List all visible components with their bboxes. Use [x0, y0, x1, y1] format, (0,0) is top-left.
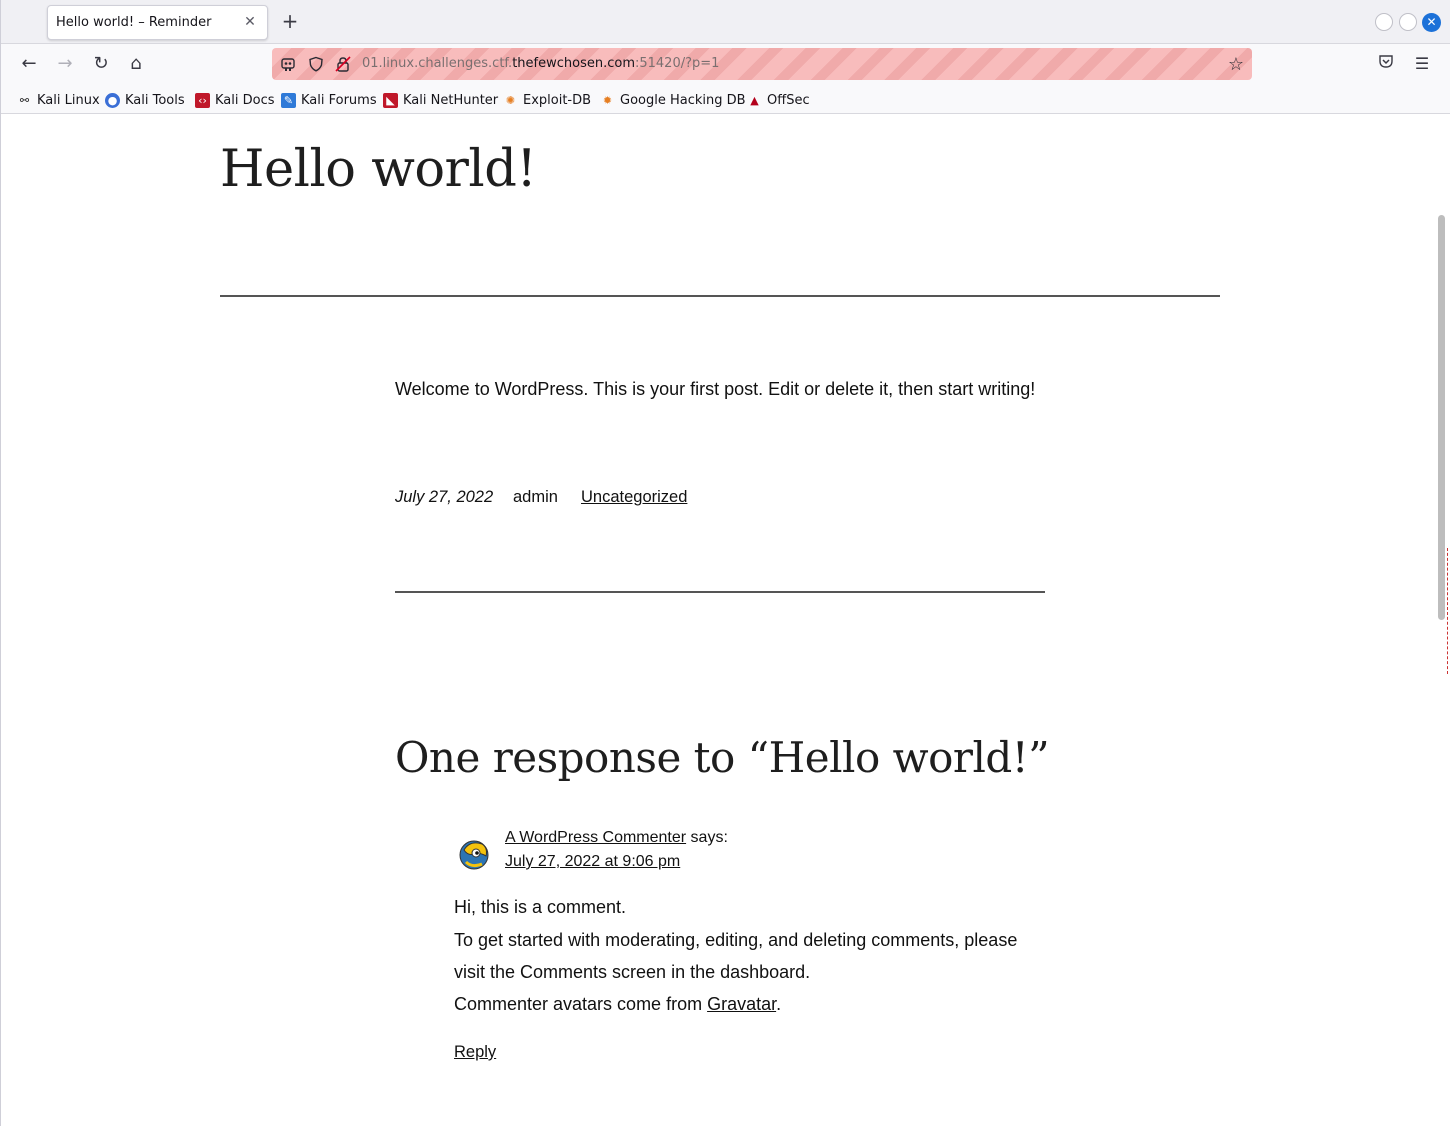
- remote-control-robot-icon[interactable]: [280, 56, 296, 72]
- url-text[interactable]: 01.linux.challenges.ctf.thefewchosen.com…: [362, 56, 719, 71]
- comment-text-line: Commenter avatars come from Gravatar.: [454, 994, 781, 1015]
- bookmark-google-hacking-db[interactable]: ✹ Google Hacking DB: [600, 91, 746, 109]
- minimize-button[interactable]: [1375, 13, 1393, 31]
- comment-says: says:: [686, 829, 728, 846]
- bookmark-label: Exploit-DB: [523, 92, 592, 108]
- tab-active[interactable]: Hello world! – Reminder ✕: [47, 5, 268, 40]
- bookmark-star-icon[interactable]: ☆: [1228, 54, 1244, 75]
- gravatar-link[interactable]: Gravatar: [707, 994, 776, 1014]
- bookmark-label: OffSec: [767, 92, 810, 108]
- home-icon[interactable]: ⌂: [125, 53, 147, 75]
- post-category-link[interactable]: Uncategorized: [581, 488, 687, 507]
- new-tab-button[interactable]: +: [279, 11, 301, 33]
- comment-text-line: To get started with moderating, editing,…: [454, 930, 1018, 950]
- bookmark-kali-nethunter[interactable]: ◣ Kali NetHunter: [383, 91, 498, 109]
- hamburger-menu-icon[interactable]: ☰: [1411, 53, 1433, 75]
- bookmark-offsec[interactable]: ▲ OffSec: [747, 91, 810, 109]
- kali-dragon-icon: ⚯: [19, 93, 30, 107]
- commenter-avatar: [456, 836, 492, 872]
- comment-date-link[interactable]: July 27, 2022 at 9:06 pm: [505, 853, 680, 871]
- pocket-icon[interactable]: [1375, 53, 1397, 75]
- reply-link[interactable]: Reply: [454, 1043, 496, 1062]
- exploit-db-icon: ✺: [505, 93, 516, 107]
- bookmark-label: Kali Linux: [37, 92, 100, 108]
- bookmark-kali-docs[interactable]: ‹› Kali Docs: [195, 91, 275, 109]
- separator: [395, 591, 1045, 593]
- tab-title: Hello world! – Reminder: [56, 15, 212, 30]
- url-prefix: 01.linux.challenges.ctf.: [362, 56, 513, 71]
- shield-icon[interactable]: [308, 56, 324, 72]
- comment-text-line: visit the Comments screen in the dashboa…: [454, 962, 811, 982]
- post-body: Welcome to WordPress. This is your first…: [395, 379, 1036, 399]
- url-host: thefewchosen.com: [512, 56, 635, 71]
- back-arrow-icon[interactable]: ←: [18, 53, 40, 75]
- maximize-button[interactable]: [1399, 13, 1417, 31]
- ghdb-icon: ✹: [602, 93, 613, 107]
- navigation-toolbar: ← → ↻ ⌂ 01.linux.challenges.ctf.thefewch…: [1, 44, 1450, 84]
- bookmark-label: Google Hacking DB: [620, 92, 746, 108]
- post-author: admin: [513, 488, 558, 506]
- post-date: July 27, 2022: [395, 488, 494, 506]
- bookmark-kali-linux[interactable]: ⚯ Kali Linux: [17, 91, 100, 109]
- offsec-icon: ▲: [750, 93, 759, 107]
- bookmark-label: Kali NetHunter: [403, 92, 499, 108]
- comment-author: A WordPress Commenter says:: [505, 829, 728, 847]
- forward-arrow-icon[interactable]: →: [54, 53, 76, 75]
- reload-icon[interactable]: ↻: [90, 53, 112, 75]
- comment-author-link[interactable]: A WordPress Commenter: [505, 829, 686, 846]
- bookmark-label: Kali Forums: [301, 92, 377, 108]
- comment-text-suffix: .: [776, 994, 782, 1014]
- window-close-button[interactable]: ✕: [1422, 13, 1441, 32]
- bookmarks-toolbar: ⚯ Kali Linux ● Kali Tools ‹› Kali Docs ✎ Kal…: [1, 84, 1450, 114]
- kali-forums-icon: ✎: [281, 92, 296, 108]
- insecure-lock-icon[interactable]: [335, 56, 351, 72]
- bookmark-kali-tools[interactable]: ● Kali Tools: [105, 91, 185, 109]
- browser-window: Hello world! – Reminder ✕ + ✕ ← → ↻ ⌂ 01…: [0, 0, 1450, 1126]
- kali-tools-icon: ●: [105, 92, 120, 108]
- url-suffix: :51420/?p=1: [634, 56, 720, 71]
- tab-close-icon[interactable]: ✕: [241, 13, 259, 31]
- separator: [220, 295, 1220, 297]
- kali-docs-icon: ‹›: [195, 92, 210, 108]
- bookmark-label: Kali Tools: [125, 92, 185, 108]
- comment-text-prefix: Commenter avatars come from: [454, 994, 708, 1014]
- tab-bar: Hello world! – Reminder ✕ + ✕: [1, 0, 1450, 44]
- comment-text-line: Hi, this is a comment.: [454, 897, 627, 917]
- url-bar[interactable]: 01.linux.challenges.ctf.thefewchosen.com…: [272, 48, 1252, 80]
- comments-heading: One response to “Hello world!”: [395, 733, 1050, 782]
- bookmark-label: Kali Docs: [215, 92, 275, 108]
- post-title: Hello world!: [220, 140, 537, 199]
- nethunter-icon: ◣: [383, 92, 398, 108]
- scrollbar-thumb[interactable]: [1438, 215, 1445, 620]
- bookmark-kali-forums[interactable]: ✎ Kali Forums: [281, 91, 377, 109]
- bookmark-exploit-db[interactable]: ✺ Exploit-DB: [503, 91, 591, 109]
